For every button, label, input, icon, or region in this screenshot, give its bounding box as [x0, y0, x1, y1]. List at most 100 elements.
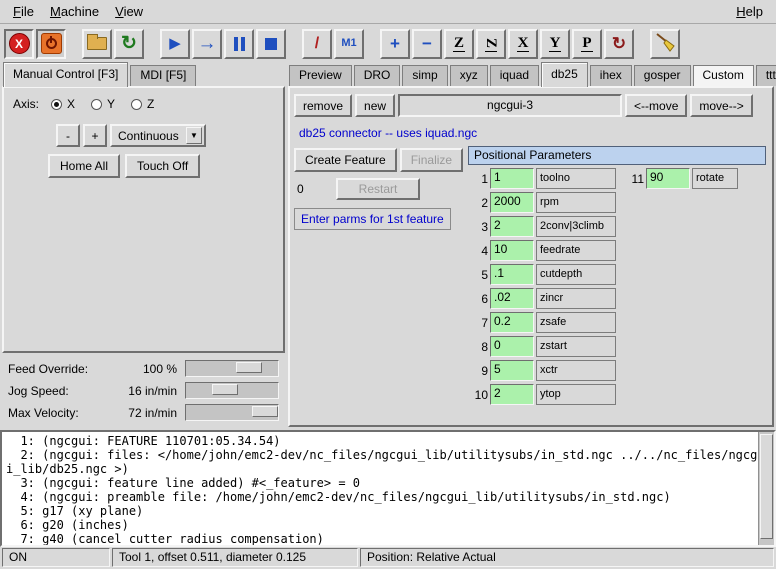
- view-z-button[interactable]: Z: [444, 29, 474, 59]
- axis-radio-y[interactable]: Y: [91, 97, 115, 111]
- reload-button[interactable]: ↻: [114, 29, 144, 59]
- new-button[interactable]: new: [355, 94, 395, 117]
- jog-mode-value: Continuous: [112, 129, 186, 143]
- step-button[interactable]: →: [192, 29, 222, 59]
- gcode-scrollbar-thumb[interactable]: [760, 434, 773, 539]
- param-entry-toolno[interactable]: 1: [490, 168, 534, 189]
- view-x-button[interactable]: X: [508, 29, 538, 59]
- optional-stop-button[interactable]: M1: [334, 29, 364, 59]
- param-entry-zstart[interactable]: 0: [490, 336, 534, 357]
- param-name: rotate: [692, 168, 738, 189]
- param-name: 2conv|3climb: [536, 216, 616, 237]
- zoom-in-button[interactable]: +: [380, 29, 410, 59]
- jog-mode-select[interactable]: Continuous ▼: [110, 124, 206, 147]
- view-p-button[interactable]: P: [572, 29, 602, 59]
- tab-mdi[interactable]: MDI [F5]: [130, 65, 196, 86]
- block-delete-button[interactable]: /: [302, 29, 332, 59]
- tab-ttt[interactable]: ttt: [756, 65, 776, 86]
- param-number: 9: [468, 364, 490, 378]
- param-number: 4: [468, 244, 490, 258]
- menu-file[interactable]: File: [5, 1, 42, 22]
- jog-minus-button[interactable]: -: [56, 124, 80, 147]
- menu-help[interactable]: Help: [728, 1, 771, 22]
- jog-plus-button[interactable]: +: [83, 124, 107, 147]
- feed-override-handle[interactable]: [236, 362, 262, 373]
- tab-preview[interactable]: Preview: [289, 65, 352, 86]
- param-entry-rpm[interactable]: 2000: [490, 192, 534, 213]
- param-row-5: 5 .1 cutdepth: [468, 264, 768, 285]
- view-z2-button[interactable]: Z: [476, 29, 506, 59]
- ngcgui-topbar: remove new ngcgui-3 <--move move-->: [294, 94, 756, 117]
- param-entry-zincr[interactable]: .02: [490, 288, 534, 309]
- toolbar: X ↻ ▶ → / M1 + − Z Z X Y: [0, 25, 776, 62]
- run-button[interactable]: ▶: [160, 29, 190, 59]
- gcode-line: 4: (ngcgui: preamble file: /home/john/em…: [6, 490, 754, 504]
- axis-radio-x[interactable]: X: [51, 97, 75, 111]
- tab-gosper[interactable]: gosper: [634, 65, 691, 86]
- gcode-listing[interactable]: 1: (ngcgui: FEATURE 110701:05.34.54) 2: …: [0, 430, 776, 547]
- pause-icon: [234, 37, 245, 51]
- jog-speed-slider[interactable]: [185, 382, 279, 399]
- finalize-button[interactable]: Finalize: [400, 148, 463, 172]
- touch-off-button[interactable]: Touch Off: [125, 154, 200, 178]
- tab-custom[interactable]: Custom: [693, 65, 754, 86]
- gcode-line: 6: g20 (inches): [6, 518, 754, 532]
- machine-power-button[interactable]: [36, 29, 66, 59]
- menu-machine[interactable]: Machine: [42, 1, 107, 22]
- axis-y-label: Y: [107, 97, 115, 111]
- menu-view[interactable]: View: [107, 1, 151, 22]
- jog-speed-handle[interactable]: [212, 384, 238, 395]
- tab-ihex[interactable]: ihex: [590, 65, 632, 86]
- param-number: 8: [468, 340, 490, 354]
- estop-button[interactable]: X: [4, 29, 34, 59]
- clear-plot-button[interactable]: [650, 29, 680, 59]
- param-entry-feedrate[interactable]: 10: [490, 240, 534, 261]
- tab-db25[interactable]: db25: [541, 62, 588, 87]
- axis-radio-z[interactable]: Z: [131, 97, 154, 111]
- feature-buttons: Create Feature Finalize: [294, 148, 466, 172]
- move-left-button[interactable]: <--move: [625, 94, 687, 117]
- remove-button[interactable]: remove: [294, 94, 352, 117]
- param-row-7: 7 0.2 zsafe: [468, 312, 768, 333]
- tab-iquad[interactable]: iquad: [490, 65, 539, 86]
- param-entry-cutdepth[interactable]: .1: [490, 264, 534, 285]
- page-name-input[interactable]: ngcgui-3: [398, 94, 622, 117]
- stop-button[interactable]: [256, 29, 286, 59]
- param-name: xctr: [536, 360, 616, 381]
- param-number: 2: [468, 196, 490, 210]
- feed-override-slider[interactable]: [185, 360, 279, 377]
- param-name: zincr: [536, 288, 616, 309]
- positional-parameters: Positional Parameters 1 1 toolno 11 90 r…: [468, 146, 768, 405]
- tool-info: Tool 1, offset 0.511, diameter 0.125: [112, 548, 358, 567]
- open-file-icon: [87, 37, 107, 50]
- param-entry-rotate[interactable]: 90: [646, 168, 690, 189]
- max-velocity-slider[interactable]: [185, 404, 279, 421]
- home-all-button[interactable]: Home All: [48, 154, 120, 178]
- gcode-line: 1: (ngcgui: FEATURE 110701:05.34.54): [6, 434, 754, 448]
- max-velocity-handle[interactable]: [252, 406, 278, 417]
- tab-simp[interactable]: simp: [402, 65, 447, 86]
- param-entry-ytop[interactable]: 2: [490, 384, 534, 405]
- view-y-button[interactable]: Y: [540, 29, 570, 59]
- move-right-button[interactable]: move-->: [690, 94, 752, 117]
- rotate-view-button[interactable]: ↻: [604, 29, 634, 59]
- open-file-button[interactable]: [82, 29, 112, 59]
- gcode-line: 7: g40 (cancel cutter radius compensatio…: [6, 532, 754, 546]
- zoom-out-button[interactable]: −: [412, 29, 442, 59]
- pause-button[interactable]: [224, 29, 254, 59]
- tab-manual-control[interactable]: Manual Control [F3]: [3, 62, 128, 87]
- params-header: Positional Parameters: [468, 146, 766, 165]
- tab-dro[interactable]: DRO: [354, 65, 401, 86]
- block-delete-icon: /: [315, 36, 319, 52]
- feature-count: 0: [297, 182, 304, 196]
- gcode-line: 5: g17 (xy plane): [6, 504, 754, 518]
- create-feature-button[interactable]: Create Feature: [294, 148, 397, 172]
- gcode-scrollbar[interactable]: [758, 432, 774, 545]
- restart-button[interactable]: Restart: [336, 178, 420, 200]
- stop-icon: [265, 38, 277, 50]
- param-entry-zsafe[interactable]: 0.2: [490, 312, 534, 333]
- tab-xyz[interactable]: xyz: [450, 65, 488, 86]
- param-entry-xctr[interactable]: 5: [490, 360, 534, 381]
- ngcgui-panel: remove new ngcgui-3 <--move move--> db25…: [288, 86, 774, 427]
- param-entry-conv-climb[interactable]: 2: [490, 216, 534, 237]
